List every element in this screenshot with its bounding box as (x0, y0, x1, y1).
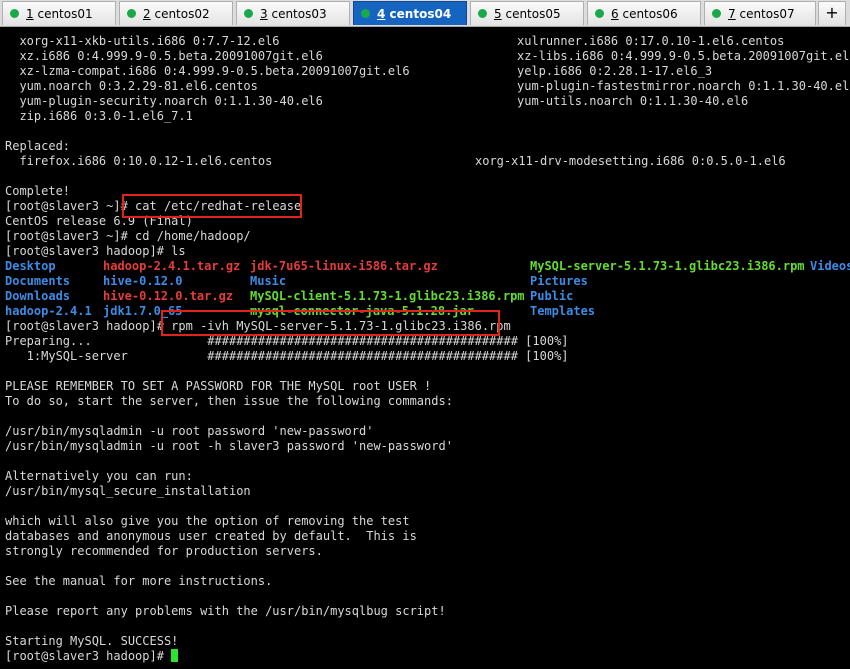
ls-entry-directory: Music (250, 274, 287, 288)
ls-entry-directory: Desktop (5, 259, 56, 273)
connected-status-icon (595, 9, 604, 18)
shell-prompt: [root@slaver3 hadoop]# (5, 244, 172, 258)
connected-status-icon (10, 9, 19, 18)
terminal-line: Please report any problems with the /usr… (5, 604, 446, 618)
shell-prompt: [root@slaver3 ~]# (5, 199, 136, 213)
terminal-line: xz-libs.i686 0:4.999.9-0.5.beta.20091007… (517, 49, 850, 63)
progress-line: 1:MySQL-server #########################… (5, 349, 569, 363)
connected-status-icon (127, 9, 136, 18)
ls-entry-directory: Pictures (530, 274, 588, 288)
terminal-line: firefox.i686 0:10.0.12-1.el6.centos (5, 154, 273, 168)
terminal-line: xorg-x11-xkb-utils.i686 0:7.7-12.el6 (5, 34, 280, 48)
tab-centos07[interactable]: 7 centos07 (704, 1, 816, 25)
text-cursor (171, 649, 179, 662)
terminal-line: PLEASE REMEMBER TO SET A PASSWORD FOR TH… (5, 379, 432, 393)
terminal-line: /usr/bin/mysql_secure_installation (5, 484, 251, 498)
terminal-line: xorg-x11-drv-modesetting.i686 0:0.5.0-1.… (475, 154, 786, 168)
highlight-box (122, 194, 302, 218)
terminal-line: See the manual for more instructions. (5, 574, 273, 588)
ls-entry-directory: Documents (5, 274, 71, 288)
shell-prompt: [root@slaver3 hadoop]# (5, 319, 172, 333)
ls-entry-directory: Public (530, 289, 574, 303)
ls-entry-directory: hadoop-2.4.1 (5, 304, 92, 318)
tab-centos01[interactable]: 1 centos01 (2, 1, 116, 25)
terminal-line: /usr/bin/mysqladmin -u root password 'ne… (5, 424, 374, 438)
connected-status-icon (244, 9, 253, 18)
terminal-line: strongly recommended for production serv… (5, 544, 323, 558)
ls-entry-archive: hadoop-2.4.1.tar.gz (103, 259, 241, 273)
command-text: cd /home/hadoop/ (135, 229, 251, 243)
command-line: [root@slaver3 ~]# cd /home/hadoop/ (5, 229, 251, 244)
ls-entry-directory: hive-0.12.0 (103, 274, 183, 288)
terminal-line: yum-plugin-fastestmirror.noarch 0:1.1.30… (517, 79, 850, 93)
tab-centos05[interactable]: 5 centos05 (470, 1, 584, 25)
shell-prompt: [root@slaver3 ~]# (5, 229, 136, 243)
terminal-line: To do so, start the server, then issue t… (5, 394, 453, 408)
session-tab-bar: 1 centos01 2 centos02 3 centos03 4 cento… (0, 0, 850, 27)
connected-status-icon (361, 9, 370, 18)
add-tab-button[interactable]: + (818, 1, 846, 25)
shell-prompt: [root@slaver3 hadoop]# (5, 649, 172, 663)
connected-status-icon (478, 9, 487, 18)
terminal-output[interactable]: xorg-x11-xkb-utils.i686 0:7.7-12.el6 xz.… (0, 27, 850, 669)
terminal-line: Replaced: (5, 139, 71, 153)
terminal-line: yum-utils.noarch 0:1.1.30-40.el6 (517, 94, 749, 108)
tab-centos04[interactable]: 4 centos04 (353, 1, 467, 25)
highlight-box (161, 310, 500, 336)
ls-entry-archive: jdk-7u65-linux-i586.tar.gz (250, 259, 438, 273)
terminal-line: /usr/bin/mysqladmin -u root -h slaver3 p… (5, 439, 453, 453)
ls-entry-directory: Templates (530, 304, 596, 318)
terminal-line: xz-lzma-compat.i686 0:4.999.9-0.5.beta.2… (5, 64, 410, 78)
tab-centos06[interactable]: 6 centos06 (587, 1, 701, 25)
terminal-line: xz.i686 0:4.999.9-0.5.beta.20091007git.e… (5, 49, 323, 63)
terminal-line: yum.noarch 0:3.2.29-81.el6.centos (5, 79, 258, 93)
ls-entry-directory: Downloads (5, 289, 71, 303)
terminal-line: zip.i686 0:3.0-1.el6_7.1 (5, 109, 193, 123)
terminal-line: yum-plugin-security.noarch 0:1.1.30-40.e… (5, 94, 323, 108)
command-text: ls (171, 244, 186, 258)
terminal-line: Complete! (5, 184, 71, 198)
ls-entry-directory: Videos (810, 259, 850, 273)
progress-line: Preparing... ###########################… (5, 334, 569, 348)
terminal-line: which will also give you the option of r… (5, 514, 410, 528)
terminal-line: Alternatively you can run: (5, 469, 193, 483)
ls-entry-archive: hive-0.12.0.tar.gz (103, 289, 234, 303)
terminal-line: databases and anonymous user created by … (5, 529, 417, 543)
terminal-line: yelp.i686 0:2.28.1-17.el6_3 (517, 64, 713, 78)
tab-centos03[interactable]: 3 centos03 (236, 1, 350, 25)
ls-entry-executable: MySQL-client-5.1.73-1.glibc23.i386.rpm (250, 289, 525, 303)
terminal-line: xulrunner.i686 0:17.0.10-1.el6.centos (517, 34, 785, 48)
command-line: [root@slaver3 hadoop]# ls (5, 244, 186, 259)
tab-centos02[interactable]: 2 centos02 (119, 1, 233, 25)
command-line[interactable]: [root@slaver3 hadoop]# (5, 649, 179, 664)
ls-entry-executable: MySQL-server-5.1.73-1.glibc23.i386.rpm (530, 259, 805, 273)
terminal-line: Starting MySQL. SUCCESS! (5, 634, 179, 648)
connected-status-icon (712, 9, 721, 18)
